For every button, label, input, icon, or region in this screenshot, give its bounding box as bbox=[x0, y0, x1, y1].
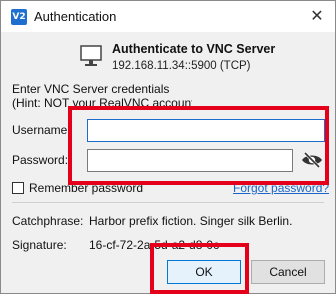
vnc-app-icon: V2 bbox=[11, 9, 27, 25]
remember-checkbox[interactable] bbox=[12, 182, 24, 194]
catchphrase-label: Catchphrase: bbox=[12, 214, 84, 228]
signature-label: Signature: bbox=[12, 238, 67, 252]
title-bar: V2 Authentication ✕ bbox=[1, 1, 335, 32]
server-address: 192.168.11.34::5900 (TCP) bbox=[112, 60, 251, 72]
close-icon[interactable]: ✕ bbox=[303, 3, 331, 29]
highlight-credentials-box bbox=[68, 106, 329, 185]
monitor-icon bbox=[80, 45, 102, 66]
divider bbox=[12, 202, 324, 203]
password-label: Password: bbox=[12, 153, 69, 167]
credentials-prompt: Enter VNC Server credentials bbox=[12, 82, 170, 96]
dialog-header-title: Authenticate to VNC Server bbox=[112, 42, 276, 56]
catchphrase-value: Harbor prefix fiction. Singer silk Berli… bbox=[89, 214, 293, 228]
highlight-ok-box bbox=[150, 243, 249, 294]
username-label: Username: bbox=[12, 123, 71, 137]
cancel-button[interactable]: Cancel bbox=[251, 260, 325, 284]
window-title: Authentication bbox=[34, 9, 117, 24]
